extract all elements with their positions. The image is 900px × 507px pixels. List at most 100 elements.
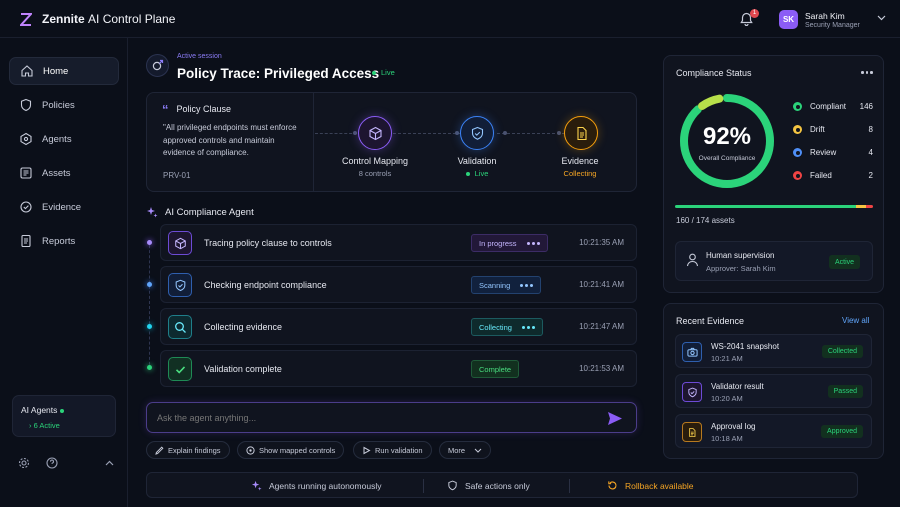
sidebar-item-label: Evidence — [42, 201, 82, 213]
gear-icon[interactable] — [18, 457, 30, 469]
more-icon[interactable] — [521, 325, 535, 329]
notification-count: 1 — [750, 9, 759, 18]
step-time: 10:21:47 AM — [579, 322, 624, 331]
sidebar-item-reports[interactable]: Reports — [9, 227, 119, 255]
assets-count: 160 / 174 assets — [676, 216, 735, 225]
cube-icon — [368, 126, 382, 140]
evidence-item[interactable]: Validator result 10:20 AM Passed — [675, 374, 872, 408]
sidebar-item-home[interactable]: Home — [9, 57, 119, 85]
evidence-item[interactable]: WS-2041 snapshot 10:21 AM Collected — [675, 334, 872, 368]
compliance-bar — [675, 205, 873, 208]
sidebar-item-policies[interactable]: Policies — [9, 91, 119, 119]
status-badge-text: Scanning — [479, 280, 511, 290]
user-name: Sarah Kim — [805, 11, 845, 21]
rollback-text: Rollback available — [625, 480, 694, 491]
legend-dot — [793, 148, 802, 157]
legend-review: Review 4 — [793, 148, 873, 157]
divider — [313, 93, 314, 191]
status-badge: Active — [829, 255, 861, 269]
pipeline-node-evidence[interactable] — [564, 116, 598, 150]
rollback-button[interactable]: Rollback available — [607, 480, 694, 491]
evidence-time: 10:18 AM — [711, 434, 743, 443]
divider — [569, 479, 570, 493]
chip-show-mapped-controls[interactable]: Show mapped controls — [237, 441, 345, 459]
step-icon — [168, 357, 192, 381]
step-text: Collecting evidence — [204, 322, 283, 332]
step-text: Validation complete — [204, 364, 282, 374]
status-safe-text: Safe actions only — [465, 480, 530, 491]
agent-section-title-text: AI Compliance Agent — [165, 206, 254, 218]
chip-more[interactable]: More — [439, 441, 492, 459]
ai-agents-card[interactable]: AI Agents › 6 Active — [12, 395, 116, 437]
target-icon — [152, 59, 164, 71]
agent-step[interactable]: Collecting evidence Collecting 10:21:47 … — [160, 308, 637, 345]
legend-label: Drift — [810, 125, 825, 134]
agent-input[interactable] — [157, 410, 587, 426]
evidence-title: Validator result — [711, 382, 764, 391]
pipeline-node-control-mapping[interactable] — [358, 116, 392, 150]
camera-icon — [686, 347, 698, 357]
sidebar-item-label: Assets — [42, 167, 71, 179]
evidence-item[interactable]: Approval log 10:18 AM Approved — [675, 414, 872, 448]
assets-count-value: 160 — [676, 216, 690, 225]
chevron-down-icon[interactable] — [877, 15, 886, 21]
legend-compliant: Compliant 146 — [793, 102, 873, 111]
status-badge-text: Collecting — [479, 322, 512, 332]
chevron-down-icon — [474, 448, 482, 453]
shield-check-icon — [471, 126, 483, 140]
help-icon[interactable] — [46, 457, 58, 469]
sidebar-item-assets[interactable]: Assets — [9, 159, 119, 187]
compliance-caption: Overall Compliance — [698, 155, 756, 162]
status-badge-text: In progress — [479, 238, 517, 248]
divider — [423, 479, 424, 493]
notifications-button[interactable]: 1 — [740, 9, 759, 26]
status-badge: Passed — [827, 385, 863, 398]
assets-total: 174 assets — [696, 216, 735, 225]
legend-dot — [793, 171, 802, 180]
agent-step[interactable]: Tracing policy clause to controls In pro… — [160, 224, 637, 261]
shield-check-icon — [687, 387, 697, 397]
sidebar-item-label: Agents — [42, 133, 72, 145]
sidebar-item-agents[interactable]: Agents — [9, 125, 119, 153]
step-time: 10:21:41 AM — [579, 280, 624, 289]
view-all-link[interactable]: View all — [842, 316, 869, 325]
chip-run-validation[interactable]: Run validation — [353, 441, 432, 459]
legend-drift: Drift 8 — [793, 125, 873, 134]
shield-icon — [448, 480, 457, 491]
more-icon[interactable] — [520, 283, 534, 287]
shield-check-icon — [175, 279, 185, 291]
user-icon — [686, 253, 699, 267]
brand-product: AI Control Plane — [88, 12, 176, 26]
brand[interactable]: Zennite AI Control Plane — [20, 12, 175, 26]
ai-agents-title-text: AI Agents — [21, 405, 58, 415]
policy-clause-text: "All privileged endpoints must enforce a… — [163, 123, 297, 157]
chip-label: Show mapped controls — [259, 445, 336, 455]
send-icon[interactable] — [607, 411, 623, 426]
status-badge: In progress — [471, 234, 548, 252]
document-icon — [689, 427, 696, 437]
logo-icon — [20, 12, 32, 26]
step-icon — [168, 315, 192, 339]
legend-value: 146 — [859, 102, 873, 111]
pipeline-node-validation[interactable] — [460, 116, 494, 150]
chip-explain-findings[interactable]: Explain findings — [146, 441, 230, 459]
supervision-title: Human supervision — [706, 251, 775, 260]
pipeline-sub: 8 controls — [358, 169, 392, 178]
evidence-time: 10:21 AM — [711, 354, 743, 363]
compliance-percent: 92% — [702, 123, 752, 150]
sidebar-item-label: Reports — [42, 235, 76, 247]
agent-step[interactable]: Validation complete Complete 10:21:53 AM — [160, 350, 637, 387]
more-icon[interactable] — [526, 241, 540, 245]
chip-label: More — [448, 445, 466, 455]
avatar[interactable]: SK — [779, 10, 798, 29]
connector-dot — [503, 131, 507, 135]
agent-step[interactable]: Checking endpoint compliance Scanning 10… — [160, 266, 637, 303]
cube-icon — [174, 237, 186, 249]
human-supervision-card[interactable]: Human supervision Approver: Sarah Kim Ac… — [675, 241, 873, 281]
eye-icon — [246, 445, 255, 455]
more-icon[interactable] — [861, 71, 873, 74]
sidebar-item-evidence[interactable]: Evidence — [9, 193, 119, 221]
session-status: Live — [372, 68, 395, 77]
policy-clause-title: “ Policy Clause — [162, 103, 231, 116]
chevron-up-icon[interactable] — [105, 460, 114, 466]
